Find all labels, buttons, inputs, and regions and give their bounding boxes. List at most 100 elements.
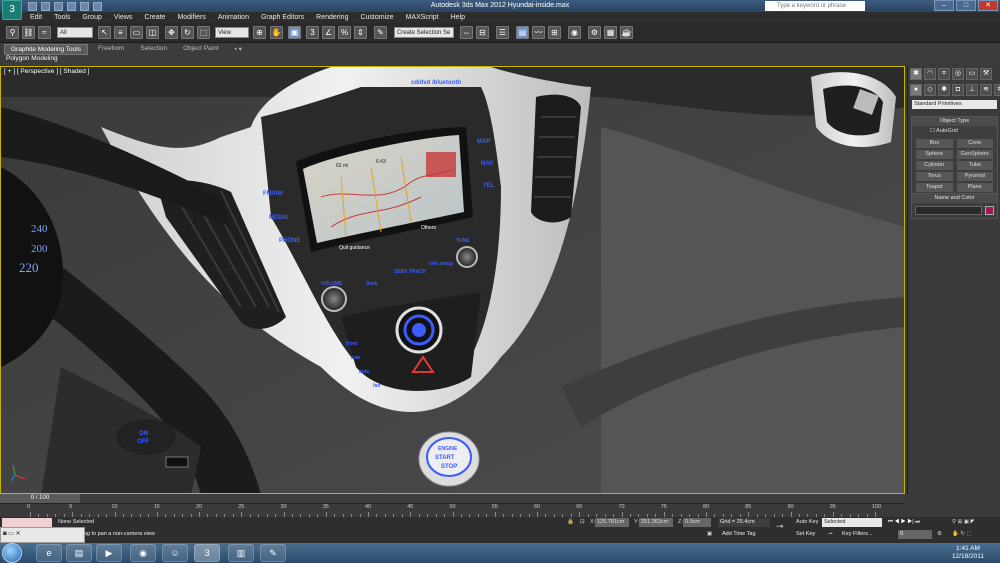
reference-coordinate-dropdown[interactable]: View bbox=[215, 27, 249, 38]
named-selection-set-dropdown[interactable]: Create Selection Se bbox=[394, 27, 454, 38]
shapes-icon[interactable]: ◇ bbox=[924, 84, 936, 96]
maximize-button[interactable]: □ bbox=[956, 0, 976, 11]
set-key-button[interactable]: Set Key bbox=[794, 530, 820, 539]
select-and-rotate-icon[interactable]: ↻ bbox=[181, 26, 194, 39]
ribbon-options-icon[interactable]: ▪ ▾ bbox=[229, 44, 248, 55]
select-and-link-icon[interactable]: ⚲ bbox=[6, 26, 19, 39]
key-mode-icon[interactable]: ⊸ bbox=[774, 522, 788, 531]
angle-snap-icon[interactable]: ∠ bbox=[322, 26, 335, 39]
display-tab-icon[interactable]: ▭ bbox=[966, 68, 978, 80]
menu-customize[interactable]: Customize bbox=[360, 14, 393, 21]
object-type-title[interactable]: Object Type bbox=[912, 117, 997, 126]
schematic-view-icon[interactable]: ⊞ bbox=[548, 26, 561, 39]
taskbar-window-preview[interactable]: ◙ ▭ ✕ bbox=[0, 527, 85, 543]
key-selection-dropdown[interactable]: Selected bbox=[822, 518, 882, 527]
space-warps-icon[interactable]: ≋ bbox=[980, 84, 992, 96]
geosphere-button[interactable]: GeoSphere bbox=[956, 150, 993, 159]
tube-button[interactable]: Tube bbox=[956, 161, 993, 170]
maximize-viewport-icon[interactable]: ⬚ bbox=[967, 531, 972, 537]
zoom-extents-icon[interactable]: ▣ bbox=[964, 519, 969, 525]
bind-space-warp-icon[interactable]: ≈ bbox=[38, 26, 51, 39]
chrome-icon[interactable]: ◉ bbox=[130, 544, 156, 562]
selection-filter-dropdown[interactable]: All bbox=[57, 27, 93, 38]
media-player-icon[interactable]: ▶ bbox=[96, 544, 122, 562]
menu-group[interactable]: Group bbox=[82, 14, 101, 21]
tab-object-paint[interactable]: Object Paint bbox=[177, 44, 224, 55]
graphite-toggle-icon[interactable]: ▤ bbox=[516, 26, 529, 39]
plane-button[interactable]: Plane bbox=[956, 183, 993, 192]
paint-icon[interactable]: ✎ bbox=[260, 544, 286, 562]
select-object-icon[interactable]: ↖ bbox=[98, 26, 111, 39]
pivot-center-icon[interactable]: ⊕ bbox=[253, 26, 266, 39]
3ds-max-taskbar-icon[interactable]: 3 bbox=[194, 544, 220, 562]
menu-rendering[interactable]: Rendering bbox=[316, 14, 348, 21]
create-tab-icon[interactable]: ✱ bbox=[910, 68, 922, 80]
rectangular-selection-icon[interactable]: ▭ bbox=[130, 26, 143, 39]
curve-editor-icon[interactable]: 〰 bbox=[532, 26, 545, 39]
select-and-move-icon[interactable]: ✥ bbox=[165, 26, 178, 39]
pan-view-icon[interactable]: ✋ bbox=[952, 531, 959, 537]
messenger-icon[interactable]: ☺ bbox=[162, 544, 188, 562]
percent-snap-icon[interactable]: % bbox=[338, 26, 351, 39]
helpers-icon[interactable]: ⊥ bbox=[966, 84, 978, 96]
track-bar[interactable]: 0 5 10 15 20 25 30 35 40 45 50 55 60 65 70 75 80 85 90 95 10… bbox=[0, 503, 905, 517]
unlink-icon[interactable]: ⛓ bbox=[22, 26, 35, 39]
play-icon[interactable]: ▶ bbox=[901, 519, 906, 525]
cone-button[interactable]: Cone bbox=[956, 139, 993, 148]
time-slider-thumb[interactable]: 0 / 100 bbox=[0, 494, 80, 503]
system-clock[interactable]: 1:41 AM 12/18/2011 bbox=[952, 545, 984, 561]
cylinder-button[interactable]: Cylinder bbox=[916, 161, 953, 170]
menu-maxscript[interactable]: MAXScript bbox=[406, 14, 439, 21]
primitive-category-dropdown[interactable]: Standard Primitives bbox=[912, 100, 997, 109]
window-crossing-icon[interactable]: ◫ bbox=[146, 26, 159, 39]
current-frame-field[interactable]: 0 bbox=[898, 530, 932, 539]
maxscript-listener-mini[interactable] bbox=[2, 518, 52, 527]
perspective-viewport[interactable]: [ + ] [ Perspective ] [ Shaded ] 62 mi 6… bbox=[0, 66, 905, 494]
teapot-button[interactable]: Teapot bbox=[916, 183, 953, 192]
lock-selection-icon[interactable]: 🔒 bbox=[565, 518, 575, 527]
systems-icon[interactable]: ✲ bbox=[994, 84, 1000, 96]
viewport-label[interactable]: [ + ] [ Perspective ] [ Shaded ] bbox=[4, 68, 89, 75]
start-button[interactable] bbox=[2, 543, 22, 563]
orbit-icon[interactable]: ↻ bbox=[960, 531, 965, 537]
motion-tab-icon[interactable]: ◎ bbox=[952, 68, 964, 80]
keyboard-shortcut-override-icon[interactable]: ▣ bbox=[288, 26, 301, 39]
auto-key-button[interactable]: Auto Key bbox=[794, 518, 822, 527]
material-editor-icon[interactable]: ◉ bbox=[568, 26, 581, 39]
hierarchy-tab-icon[interactable]: ⌗ bbox=[938, 68, 950, 80]
tab-graphite-modeling-tools[interactable]: Graphite Modeling Tools bbox=[4, 44, 88, 55]
minimize-button[interactable]: – bbox=[934, 0, 954, 11]
menu-animation[interactable]: Animation bbox=[218, 14, 249, 21]
layer-manager-icon[interactable]: ☰ bbox=[496, 26, 509, 39]
menu-edit[interactable]: Edit bbox=[30, 14, 42, 21]
geometry-icon[interactable]: ● bbox=[910, 84, 922, 96]
snaps-toggle-icon[interactable]: 3 bbox=[306, 26, 319, 39]
time-tag-icon[interactable]: ▣ bbox=[705, 530, 719, 539]
tab-selection[interactable]: Selection bbox=[134, 44, 173, 55]
select-and-scale-icon[interactable]: ⬚ bbox=[197, 26, 210, 39]
go-to-end-icon[interactable]: ⏭ bbox=[915, 519, 920, 525]
close-button[interactable]: ✕ bbox=[978, 0, 998, 11]
menu-tools[interactable]: Tools bbox=[54, 14, 70, 21]
time-configuration-icon[interactable]: ⚙ bbox=[935, 530, 949, 539]
tab-freeform[interactable]: Freeform bbox=[92, 44, 130, 55]
rendered-frame-window-icon[interactable]: ▦ bbox=[604, 26, 617, 39]
menu-create[interactable]: Create bbox=[144, 14, 165, 21]
box-button[interactable]: Box bbox=[916, 139, 953, 148]
z-coordinate-field[interactable]: 0.0cm bbox=[683, 518, 711, 527]
object-color-swatch[interactable] bbox=[985, 206, 994, 215]
menu-modifiers[interactable]: Modifiers bbox=[177, 14, 205, 21]
lights-icon[interactable]: ✺ bbox=[938, 84, 950, 96]
winrar-icon[interactable]: ▥ bbox=[228, 544, 254, 562]
add-time-tag[interactable]: Add Time Tag bbox=[720, 530, 770, 539]
menu-views[interactable]: Views bbox=[114, 14, 133, 21]
utilities-tab-icon[interactable]: ⚒ bbox=[980, 68, 992, 80]
select-by-name-icon[interactable]: ≡ bbox=[114, 26, 127, 39]
object-name-field[interactable] bbox=[915, 206, 983, 215]
render-setup-icon[interactable]: ⚙ bbox=[588, 26, 601, 39]
zoom-all-icon[interactable]: ⊞ bbox=[958, 519, 963, 525]
autogrid-checkbox[interactable]: ☐ AutoGrid bbox=[912, 126, 997, 136]
modify-tab-icon[interactable]: ◠ bbox=[924, 68, 936, 80]
mirror-icon[interactable]: ⇔ bbox=[460, 26, 473, 39]
set-keys-icon[interactable]: ⊸ bbox=[826, 530, 840, 539]
